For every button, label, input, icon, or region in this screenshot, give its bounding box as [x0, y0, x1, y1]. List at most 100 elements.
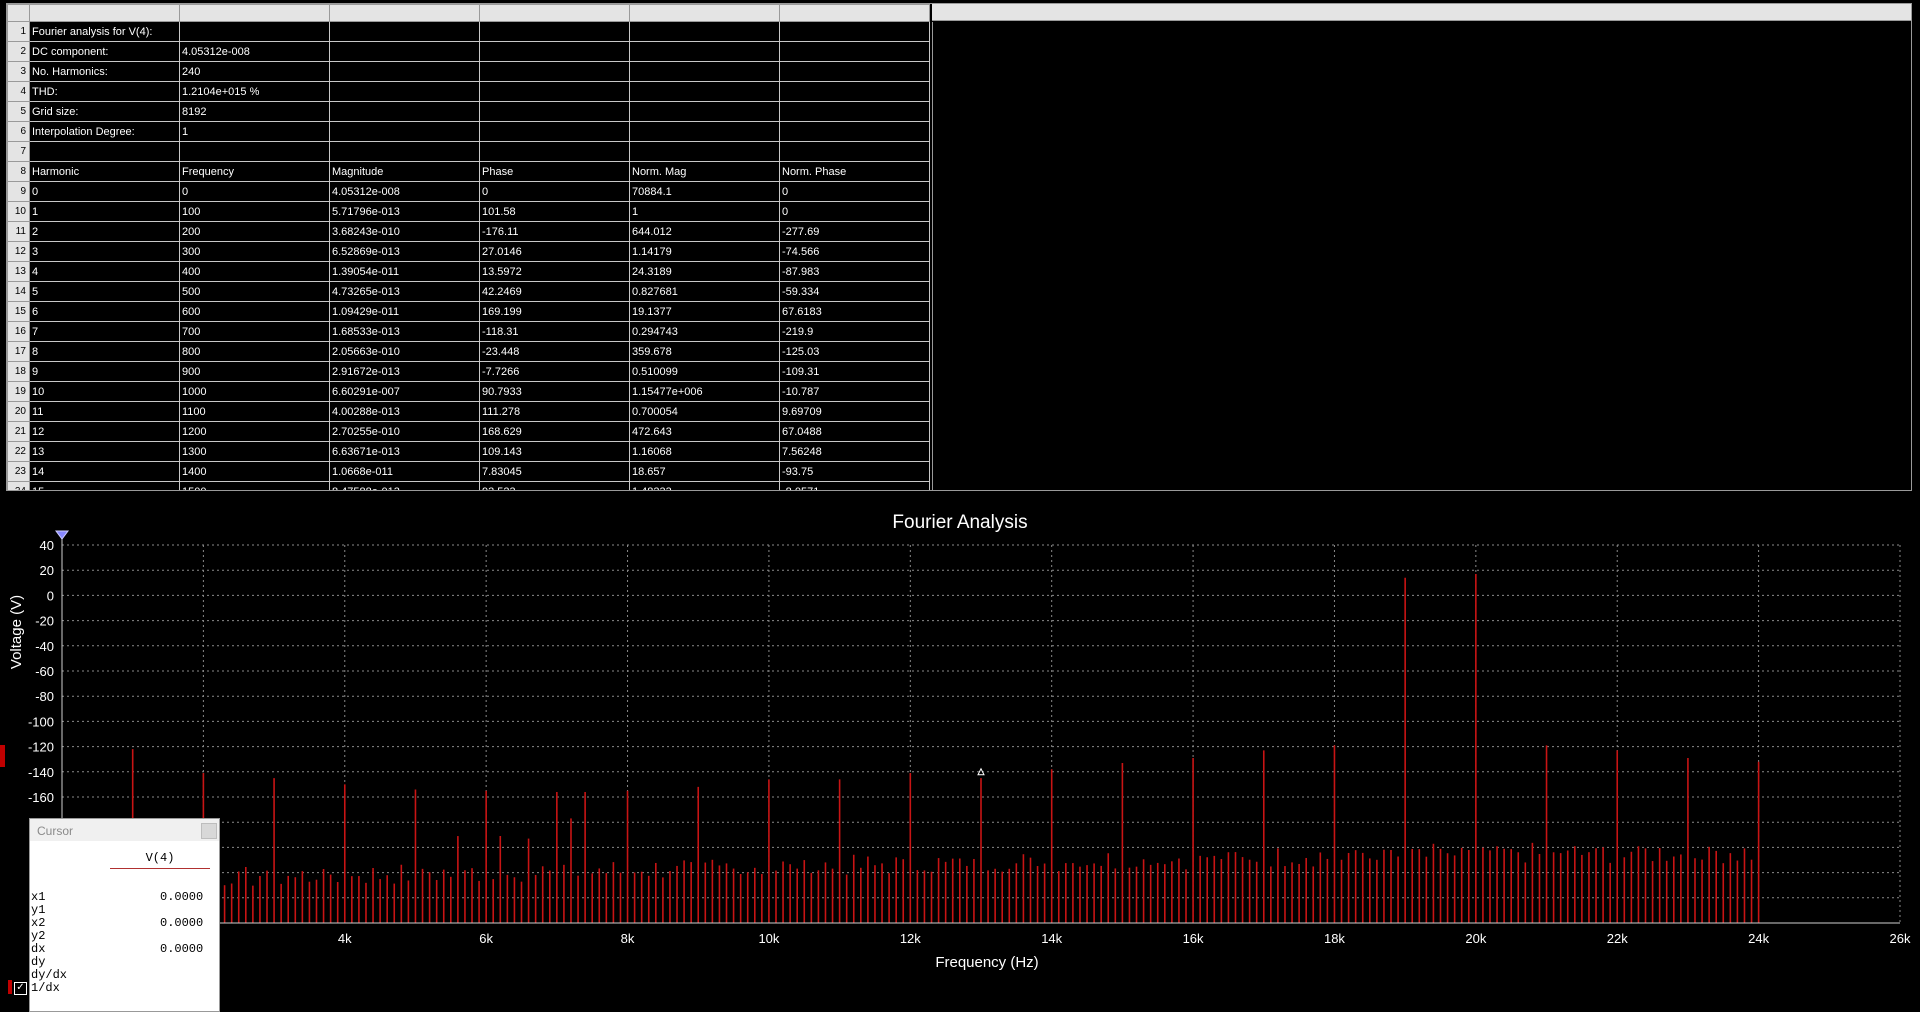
- row-number[interactable]: 20: [7, 401, 30, 422]
- spreadsheet-grid[interactable]: 1 Fourier analysis for V(4): 2 DC component…: [7, 4, 930, 490]
- table-cell[interactable]: 10: [29, 381, 180, 402]
- table-cell[interactable]: [329, 61, 480, 82]
- column-header[interactable]: [479, 4, 630, 22]
- table-cell[interactable]: -87.983: [779, 261, 930, 282]
- table-cell[interactable]: 0.827681: [629, 281, 780, 302]
- row-number[interactable]: 19: [7, 381, 30, 402]
- table-cell[interactable]: 100: [179, 201, 330, 222]
- table-cell[interactable]: 67.6183: [779, 301, 930, 322]
- table-cell[interactable]: -125.03: [779, 341, 930, 362]
- table-cell[interactable]: 2.70255e-010: [329, 421, 480, 442]
- table-cell[interactable]: [779, 41, 930, 62]
- row-number[interactable]: 23: [7, 461, 30, 482]
- table-cell[interactable]: 5.71796e-013: [329, 201, 480, 222]
- table-cell[interactable]: 1.15477e+006: [629, 381, 780, 402]
- table-cell[interactable]: 0.700054: [629, 401, 780, 422]
- table-cell[interactable]: -7.7266: [479, 361, 630, 382]
- table-cell[interactable]: 0: [779, 201, 930, 222]
- table-cell[interactable]: 15: [29, 481, 180, 490]
- table-cell[interactable]: -277.69: [779, 221, 930, 242]
- table-cell[interactable]: -109.31: [779, 361, 930, 382]
- row-number[interactable]: 24: [7, 481, 30, 490]
- table-cell[interactable]: 359.678: [629, 341, 780, 362]
- table-cell[interactable]: [479, 141, 630, 162]
- table-cell[interactable]: 1.68533e-013: [329, 321, 480, 342]
- table-cell[interactable]: 12: [29, 421, 180, 442]
- column-header[interactable]: [629, 4, 780, 22]
- table-cell[interactable]: 200: [179, 221, 330, 242]
- table-cell[interactable]: [479, 61, 630, 82]
- row-number[interactable]: 4: [7, 81, 30, 102]
- table-cell[interactable]: 1.14179: [629, 241, 780, 262]
- table-cell[interactable]: [629, 61, 780, 82]
- row-number[interactable]: 5: [7, 101, 30, 122]
- table-cell[interactable]: 4.05312e-008: [179, 41, 330, 62]
- table-cell[interactable]: 11: [29, 401, 180, 422]
- row-number[interactable]: 2: [7, 41, 30, 62]
- table-cell[interactable]: 7: [29, 321, 180, 342]
- table-cell[interactable]: 8.47588e-013: [329, 481, 480, 490]
- table-cell[interactable]: 900: [179, 361, 330, 382]
- row-number[interactable]: 3: [7, 61, 30, 82]
- table-cell[interactable]: 1.39054e-011: [329, 261, 480, 282]
- table-cell[interactable]: [329, 21, 480, 42]
- table-cell[interactable]: [479, 121, 630, 142]
- table-cell[interactable]: 168.629: [479, 421, 630, 442]
- row-number[interactable]: 15: [7, 301, 30, 322]
- table-cell[interactable]: [779, 21, 930, 42]
- table-cell[interactable]: 3: [29, 241, 180, 262]
- table-cell[interactable]: -219.9: [779, 321, 930, 342]
- table-cell[interactable]: 93.523: [479, 481, 630, 490]
- table-cell[interactable]: 300: [179, 241, 330, 262]
- table-cell[interactable]: DC component:: [29, 41, 180, 62]
- table-cell[interactable]: [179, 21, 330, 42]
- table-cell[interactable]: 1100: [179, 401, 330, 422]
- table-cell[interactable]: [629, 101, 780, 122]
- table-cell[interactable]: 1000: [179, 381, 330, 402]
- cursor-panel[interactable]: Cursor V(4) x1 0.0000 y1 x2 0.0000 y2 dx 0.0000…: [29, 818, 220, 1012]
- table-cell[interactable]: Frequency: [179, 161, 330, 182]
- table-cell[interactable]: 4: [29, 261, 180, 282]
- table-cell[interactable]: [479, 81, 630, 102]
- table-cell[interactable]: -10.787: [779, 381, 930, 402]
- table-cell[interactable]: Interpolation Degree:: [29, 121, 180, 142]
- table-cell[interactable]: 169.199: [479, 301, 630, 322]
- trace-visible-checkbox[interactable]: ✓: [14, 982, 27, 995]
- table-cell[interactable]: Fourier analysis for V(4):: [29, 21, 180, 42]
- table-cell[interactable]: 1.48233: [629, 481, 780, 490]
- cursor-handle-icon[interactable]: [55, 530, 69, 540]
- table-cell[interactable]: [629, 21, 780, 42]
- table-cell[interactable]: THD:: [29, 81, 180, 102]
- table-cell[interactable]: 6: [29, 301, 180, 322]
- table-cell[interactable]: 90.7933: [479, 381, 630, 402]
- table-cell[interactable]: 70884.1: [629, 181, 780, 202]
- table-cell[interactable]: 0.510099: [629, 361, 780, 382]
- table-cell[interactable]: 3.68243e-010: [329, 221, 480, 242]
- table-cell[interactable]: 500: [179, 281, 330, 302]
- table-cell[interactable]: 67.0488: [779, 421, 930, 442]
- row-number[interactable]: 7: [7, 141, 30, 162]
- table-cell[interactable]: 4.00288e-013: [329, 401, 480, 422]
- table-cell[interactable]: [479, 101, 630, 122]
- table-cell[interactable]: 2.05663e-010: [329, 341, 480, 362]
- row-number[interactable]: 9: [7, 181, 30, 202]
- table-cell[interactable]: No. Harmonics:: [29, 61, 180, 82]
- table-cell[interactable]: 5: [29, 281, 180, 302]
- table-cell[interactable]: 18.657: [629, 461, 780, 482]
- table-cell[interactable]: 6.63671e-013: [329, 441, 480, 462]
- row-number[interactable]: 16: [7, 321, 30, 342]
- table-cell[interactable]: 1: [29, 201, 180, 222]
- table-cell[interactable]: 19.1377: [629, 301, 780, 322]
- table-cell[interactable]: 600: [179, 301, 330, 322]
- table-cell[interactable]: Norm. Phase: [779, 161, 930, 182]
- table-cell[interactable]: 14: [29, 461, 180, 482]
- table-cell[interactable]: [29, 141, 180, 162]
- fourier-analysis-chart[interactable]: Fourier Analysis 40 20 0 -20 -40 -60 -80 -100 -1…: [0, 500, 1920, 1010]
- table-cell[interactable]: 0: [29, 181, 180, 202]
- table-cell[interactable]: 42.2469: [479, 281, 630, 302]
- table-cell[interactable]: Phase: [479, 161, 630, 182]
- table-cell[interactable]: 27.0146: [479, 241, 630, 262]
- table-cell[interactable]: -74.566: [779, 241, 930, 262]
- table-cell[interactable]: 7.83045: [479, 461, 630, 482]
- table-cell[interactable]: 2.91672e-013: [329, 361, 480, 382]
